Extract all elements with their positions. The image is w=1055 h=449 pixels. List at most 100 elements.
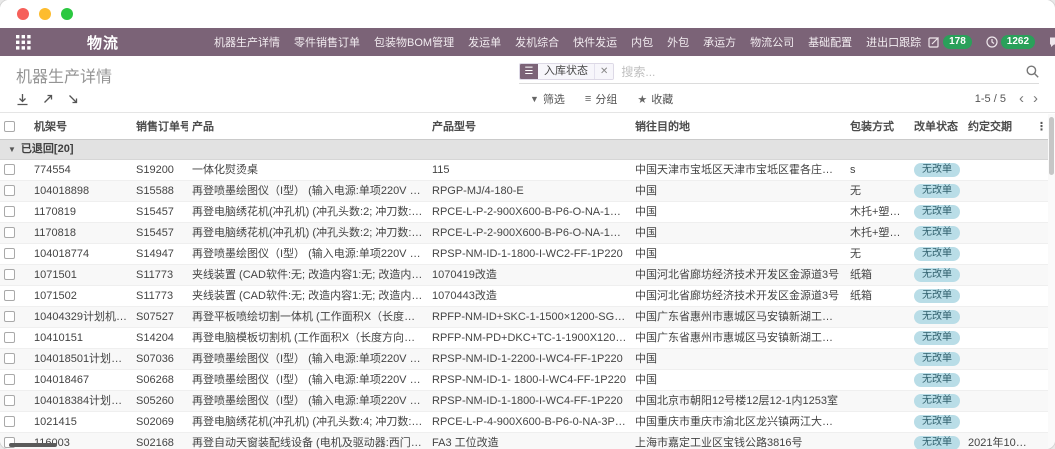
row-checkbox[interactable]	[4, 248, 15, 259]
menu-item[interactable]: 包装物BOM管理	[367, 34, 461, 50]
cell-model: 115	[428, 160, 631, 181]
cell-frame: 1071502	[30, 286, 132, 307]
column-header-status[interactable]: 改单状态	[910, 113, 964, 140]
menu-item[interactable]: 发机综合	[508, 34, 566, 50]
cell-product: 再登喷墨绘图仪（I型） (输入电源:单项220V 50/60HZ; 电源插头:国…	[188, 370, 428, 391]
vertical-scrollbar[interactable]	[1048, 114, 1055, 449]
table-row[interactable]: 104018774 S14947 再登喷墨绘图仪（I型） (输入电源:单项220…	[0, 244, 1048, 265]
cell-packaging: 无	[846, 244, 910, 265]
menu-item[interactable]: 内包	[624, 34, 660, 50]
column-header-frame[interactable]: 机架号	[30, 113, 132, 140]
table-row[interactable]: 1071502 S11773 夹线装置 (CAD软件:无; 改造内容1:无; 改…	[0, 286, 1048, 307]
menu-item[interactable]: 物流公司	[743, 34, 801, 50]
cell-date	[964, 244, 1032, 265]
row-checkbox[interactable]	[4, 332, 15, 343]
pager-previous-icon[interactable]: ‹	[1016, 93, 1027, 105]
table-row[interactable]: 1170819 S15457 再登电脑绣花机(冲孔机) (冲孔头数:2; 冲刀数…	[0, 202, 1048, 223]
cell-product: 再登平板喷绘切割一体机 (工作面积X（长度方向）*Y（门幅宽度）:1500X12…	[188, 307, 428, 328]
filter-button[interactable]: ▼ 筛选	[530, 91, 565, 107]
row-checkbox[interactable]	[4, 353, 15, 364]
column-header-destination[interactable]: 销往目的地	[631, 113, 846, 140]
menu-item[interactable]: 进出口跟踪	[859, 34, 928, 50]
table-row[interactable]: 104018384计划机转销... S05260 再登喷墨绘图仪（I型） (输入…	[0, 391, 1048, 412]
column-header-packaging[interactable]: 包装方式	[846, 113, 910, 140]
notes-badge[interactable]: 178	[928, 35, 972, 49]
search-icon[interactable]	[1026, 65, 1039, 78]
table-row[interactable]: 10404329计划机转销售 S07527 再登平板喷绘切割一体机 (工作面积X…	[0, 307, 1048, 328]
table-row[interactable]: 10410151 S14204 再登电脑模板切割机 (工作面积X（长度方向）*Y…	[0, 328, 1048, 349]
row-checkbox[interactable]	[4, 311, 15, 322]
row-checkbox[interactable]	[4, 269, 15, 280]
cell-order: S15457	[132, 223, 188, 244]
row-checkbox[interactable]	[4, 164, 15, 175]
cell-order: S06268	[132, 370, 188, 391]
menu-item[interactable]: 外包	[660, 34, 696, 50]
collapse-icon[interactable]	[67, 93, 79, 105]
menu-item[interactable]: 零件销售订单	[287, 34, 367, 50]
export-icon[interactable]	[16, 93, 29, 106]
table-row[interactable]: 1071501 S11773 夹线装置 (CAD软件:无; 改造内容1:无; 改…	[0, 265, 1048, 286]
app-name[interactable]: 物流	[87, 32, 119, 53]
row-checkbox[interactable]	[4, 416, 15, 427]
column-header-model[interactable]: 产品型号	[428, 113, 631, 140]
apps-grid-icon[interactable]	[12, 35, 35, 50]
table-header-row: 机架号 销售订单号 产品 产品型号 销往目的地 包装方式 改单状态 约定交期 ⋮	[0, 113, 1048, 140]
cell-frame: 10410151	[30, 328, 132, 349]
optional-columns-icon[interactable]: ⋮	[1032, 113, 1048, 140]
cell-model: RPFP-NM-PD+DKC+TC-1-1900X1200-SGAF-P+K+M…	[428, 328, 631, 349]
facet-remove-icon[interactable]: ✕	[594, 64, 613, 79]
window-minimize-button[interactable]	[39, 8, 51, 20]
pager-next-icon[interactable]: ›	[1030, 93, 1041, 105]
status-badge: 无改单	[914, 373, 960, 387]
activities-badge[interactable]: 1262	[986, 35, 1035, 49]
app-window: 物流 机器生产详情零件销售订单包装物BOM管理发运单发机综合快件发运内包外包承运…	[0, 0, 1055, 449]
table-row[interactable]: 104018898 S15588 再登喷墨绘图仪（I型） (输入电源:单项220…	[0, 181, 1048, 202]
column-header-product[interactable]: 产品	[188, 113, 428, 140]
row-checkbox[interactable]	[4, 206, 15, 217]
table-row[interactable]: 1170818 S15457 再登电脑绣花机(冲孔机) (冲孔头数:2; 冲刀数…	[0, 223, 1048, 244]
table-row[interactable]: 774554 S19200 一体化熨烫桌 115 中国天津市宝坻区天津市宝坻区霍…	[0, 160, 1048, 181]
groupby-button[interactable]: ≡ 分组	[585, 91, 617, 107]
row-checkbox[interactable]	[4, 290, 15, 301]
cell-order: S07036	[132, 349, 188, 370]
cell-destination: 中国	[631, 223, 846, 244]
search-input[interactable]	[614, 65, 1026, 79]
vertical-scrollbar-thumb[interactable]	[1049, 117, 1054, 175]
cell-destination: 中国	[631, 181, 846, 202]
column-header-date[interactable]: 约定交期	[964, 113, 1032, 140]
navbar-systray: 178 1262 95786 Administrator	[928, 34, 1055, 51]
menu-item[interactable]: 机器生产详情	[207, 34, 287, 50]
row-checkbox[interactable]	[4, 227, 15, 238]
menu-item[interactable]: 承运方	[696, 34, 743, 50]
table-row[interactable]: 116003 S02168 再登自动天窗装配线设备 (电机及驱动器:西门子; 操…	[0, 433, 1048, 449]
cell-status: 无改单	[910, 244, 964, 265]
row-checkbox[interactable]	[4, 374, 15, 385]
window-close-button[interactable]	[17, 8, 29, 20]
select-all-checkbox[interactable]	[4, 121, 15, 132]
messages-badge[interactable]: 95786	[1049, 35, 1055, 49]
select-all-header[interactable]	[0, 113, 30, 140]
menu-item[interactable]: 发运单	[461, 34, 508, 50]
column-header-order[interactable]: 销售订单号	[132, 113, 188, 140]
cell-destination: 中国天津市宝坻区天津市宝坻区霍各庄镇海滨商贸中心1-108	[631, 160, 846, 181]
cell-date	[964, 181, 1032, 202]
group-row-open[interactable]: ▼已退回[20]	[0, 140, 1048, 160]
horizontal-scrollbar-thumb[interactable]	[9, 443, 57, 447]
table-row[interactable]: 1021415 S02069 再登电脑绣花机(冲孔机) (冲孔头数:4; 冲刀数…	[0, 412, 1048, 433]
cell-order: S07527	[132, 307, 188, 328]
expand-icon[interactable]	[42, 93, 54, 105]
cell-packaging	[846, 412, 910, 433]
table-row[interactable]: 104018501计划机转销... S07036 再登喷墨绘图仪（I型） (输入…	[0, 349, 1048, 370]
menu-item[interactable]: 基础配置	[801, 34, 859, 50]
menu-item[interactable]: 快件发运	[566, 34, 624, 50]
row-checkbox[interactable]	[4, 185, 15, 196]
cell-status: 无改单	[910, 370, 964, 391]
row-checkbox[interactable]	[4, 395, 15, 406]
cell-status: 无改单	[910, 286, 964, 307]
window-zoom-button[interactable]	[61, 8, 73, 20]
cell-frame: 104018467	[30, 370, 132, 391]
cell-frame: 1071501	[30, 265, 132, 286]
favorites-button[interactable]: ★ 收藏	[637, 91, 673, 107]
table-row[interactable]: 104018467 S06268 再登喷墨绘图仪（I型） (输入电源:单项220…	[0, 370, 1048, 391]
cell-model: RPFP-NM-ID+SKC-1-1500×1200-SGAF-WC2+K-AF…	[428, 307, 631, 328]
